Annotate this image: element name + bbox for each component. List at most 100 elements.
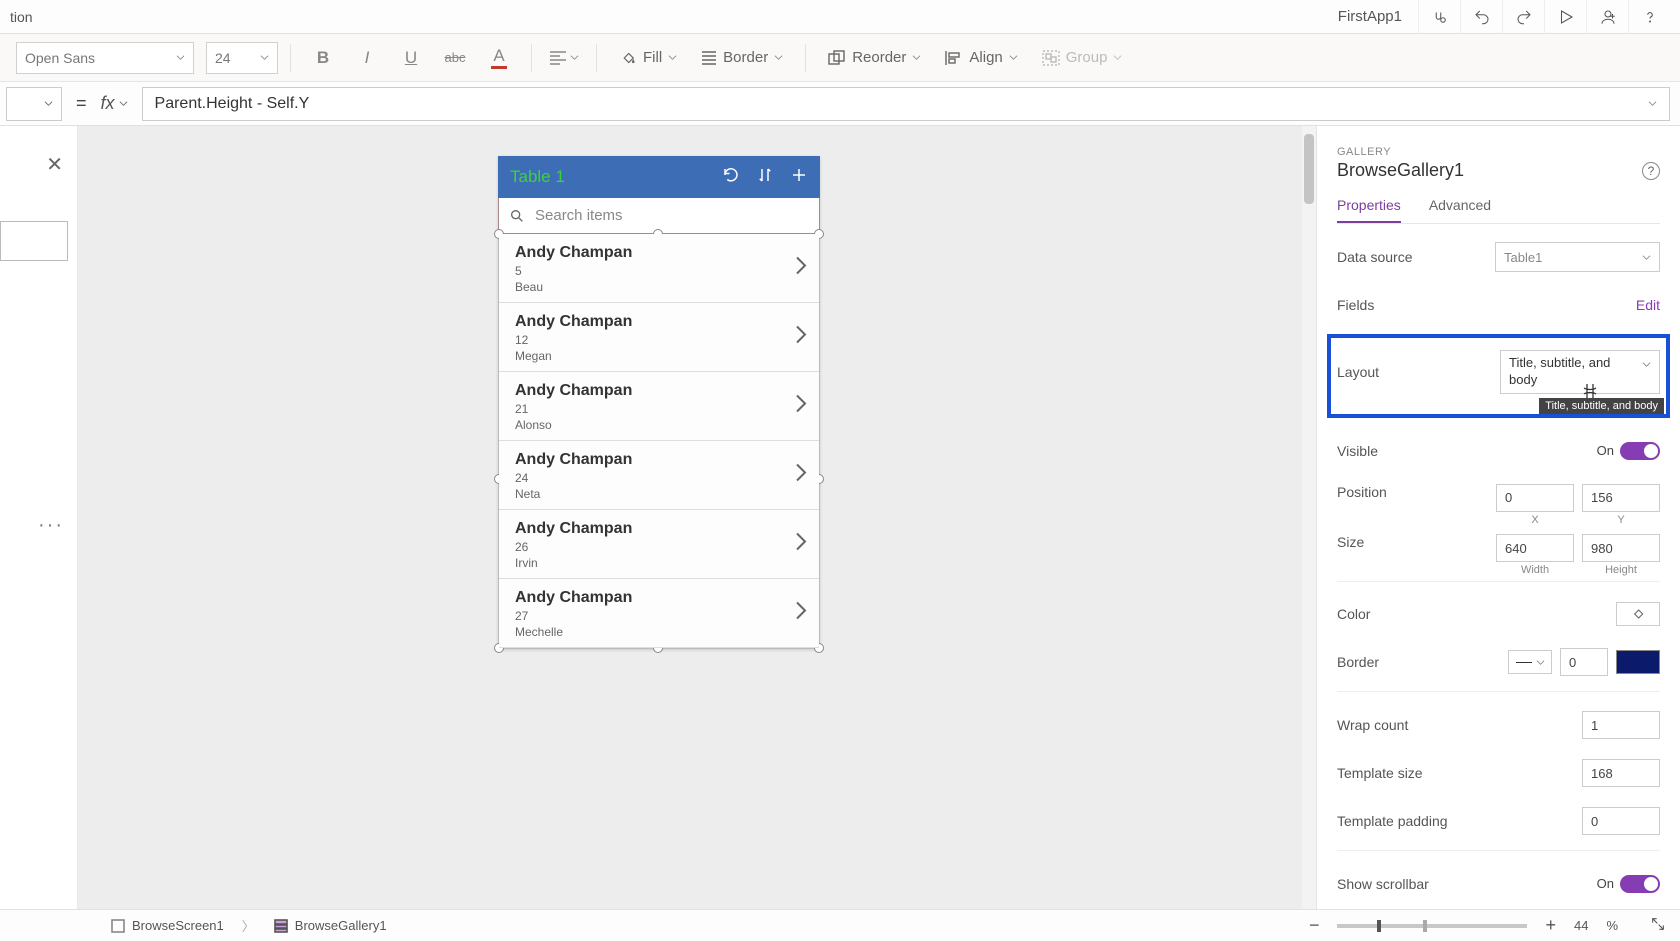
left-panel-input[interactable] — [0, 221, 68, 261]
italic-button[interactable]: I — [347, 41, 387, 75]
position-y-input[interactable]: 156 — [1582, 484, 1660, 512]
phone-header: Table 1 — [498, 156, 820, 198]
visible-state: On — [1597, 443, 1614, 458]
close-icon[interactable]: ✕ — [46, 152, 63, 177]
zoom-out-button[interactable]: − — [1309, 915, 1320, 936]
border-label: Border — [723, 49, 768, 66]
underline-button[interactable]: U — [391, 41, 431, 75]
group-button[interactable]: Group — [1032, 41, 1133, 75]
title-bar: tion FirstApp1 — [0, 0, 1680, 34]
group-label: Group — [1066, 49, 1108, 66]
control-kind: GALLERY — [1337, 146, 1660, 158]
fill-button[interactable]: Fill — [609, 41, 687, 75]
zoom-slider[interactable] — [1337, 924, 1527, 928]
template-size-input[interactable]: 168 — [1582, 759, 1660, 787]
browse-gallery[interactable]: Andy Champan5BeauAndy Champan12MeganAndy… — [498, 234, 820, 649]
font-family-select[interactable]: Open Sans — [16, 42, 194, 74]
item-body: Megan — [515, 349, 803, 363]
layout-select[interactable]: Title, subtitle, and body — [1500, 350, 1660, 394]
item-title: Andy Champan — [515, 382, 803, 400]
title-fragment: tion — [10, 9, 33, 25]
border-width-input[interactable]: 0 — [1560, 648, 1608, 676]
list-item[interactable]: Andy Champan24Neta — [499, 441, 819, 510]
template-padding-input[interactable]: 0 — [1582, 807, 1660, 835]
width-input[interactable]: 640 — [1496, 534, 1574, 562]
fx-label[interactable]: fx — [101, 93, 128, 114]
item-body: Mechelle — [515, 625, 803, 639]
text-align-button[interactable] — [544, 41, 584, 75]
visible-toggle[interactable] — [1620, 442, 1660, 460]
chevron-right-icon[interactable] — [795, 256, 807, 281]
item-subtitle: 27 — [515, 609, 803, 623]
reorder-button[interactable]: Reorder — [818, 41, 931, 75]
fill-label: Fill — [643, 49, 662, 66]
breadcrumb-item[interactable]: BrowseGallery1 — [273, 918, 387, 934]
zoom-in-button[interactable]: + — [1545, 915, 1556, 936]
list-item[interactable]: Andy Champan21Alonso — [499, 372, 819, 441]
chevron-right-icon[interactable] — [795, 463, 807, 488]
reorder-label: Reorder — [852, 49, 906, 66]
size-label: Size — [1337, 534, 1364, 550]
border-button[interactable]: Border — [691, 41, 793, 75]
border-style-select[interactable] — [1508, 650, 1552, 674]
redo-icon[interactable] — [1502, 0, 1544, 34]
list-item[interactable]: Andy Champan12Megan — [499, 303, 819, 372]
formula-input[interactable]: Parent.Height - Self.Y — [142, 87, 1670, 121]
align-button[interactable]: Align — [935, 41, 1027, 75]
fields-edit-link[interactable]: Edit — [1636, 297, 1660, 313]
data-source-select[interactable]: Table1 — [1495, 242, 1660, 272]
border-color-swatch[interactable] — [1616, 650, 1660, 674]
font-size-select[interactable]: 24 — [206, 42, 278, 74]
template-size-label: Template size — [1337, 765, 1423, 781]
font-family-value: Open Sans — [25, 50, 95, 66]
help-icon[interactable] — [1628, 0, 1670, 34]
template-padding-label: Template padding — [1337, 813, 1448, 829]
app-name: FirstApp1 — [1338, 8, 1402, 25]
search-placeholder: Search items — [535, 207, 623, 224]
tab-properties[interactable]: Properties — [1337, 197, 1401, 223]
bold-button[interactable]: B — [303, 41, 343, 75]
share-icon[interactable] — [1586, 0, 1628, 34]
play-icon[interactable] — [1544, 0, 1586, 34]
item-body: Alonso — [515, 418, 803, 432]
chevron-right-icon[interactable] — [795, 394, 807, 419]
breadcrumb[interactable]: BrowseScreen1 — [110, 918, 224, 934]
list-item[interactable]: Andy Champan27Mechelle — [499, 579, 819, 648]
position-x-input[interactable]: 0 — [1496, 484, 1574, 512]
canvas[interactable]: Table 1 Search items Andy Champa — [78, 126, 1316, 909]
chevron-right-icon[interactable] — [795, 601, 807, 626]
zoom-value: 44 — [1574, 918, 1588, 933]
undo-icon[interactable] — [1460, 0, 1502, 34]
font-size-value: 24 — [215, 50, 231, 66]
property-dropdown[interactable] — [6, 87, 62, 121]
wrap-count-label: Wrap count — [1337, 717, 1408, 733]
equals-sign: = — [76, 93, 87, 114]
item-body: Irvin — [515, 556, 803, 570]
health-icon[interactable] — [1418, 0, 1460, 34]
font-color-button[interactable]: A — [479, 41, 519, 75]
data-source-label: Data source — [1337, 249, 1412, 265]
item-subtitle: 24 — [515, 471, 803, 485]
sort-icon[interactable] — [756, 166, 774, 189]
add-icon[interactable] — [790, 166, 808, 189]
panel-help-icon[interactable]: ? — [1642, 162, 1660, 180]
refresh-icon[interactable] — [722, 166, 740, 189]
canvas-scrollbar[interactable] — [1302, 126, 1316, 909]
phone-preview: Table 1 Search items Andy Champa — [498, 156, 820, 649]
list-item[interactable]: Andy Champan26Irvin — [499, 510, 819, 579]
align-label: Align — [969, 49, 1002, 66]
chevron-right-icon[interactable] — [795, 532, 807, 557]
tab-advanced[interactable]: Advanced — [1429, 197, 1491, 223]
fullscreen-icon[interactable] — [1650, 916, 1666, 935]
list-item[interactable]: Andy Champan5Beau — [499, 234, 819, 303]
item-body: Beau — [515, 280, 803, 294]
height-input[interactable]: 980 — [1582, 534, 1660, 562]
visible-label: Visible — [1337, 443, 1378, 459]
formula-bar: = fx Parent.Height - Self.Y — [0, 82, 1680, 126]
wrap-count-input[interactable]: 1 — [1582, 711, 1660, 739]
strikethrough-button[interactable]: abc — [435, 41, 475, 75]
scrollbar-toggle[interactable] — [1620, 875, 1660, 893]
color-picker[interactable] — [1616, 602, 1660, 626]
chevron-right-icon[interactable] — [795, 325, 807, 350]
more-icon[interactable]: ··· — [38, 514, 64, 537]
